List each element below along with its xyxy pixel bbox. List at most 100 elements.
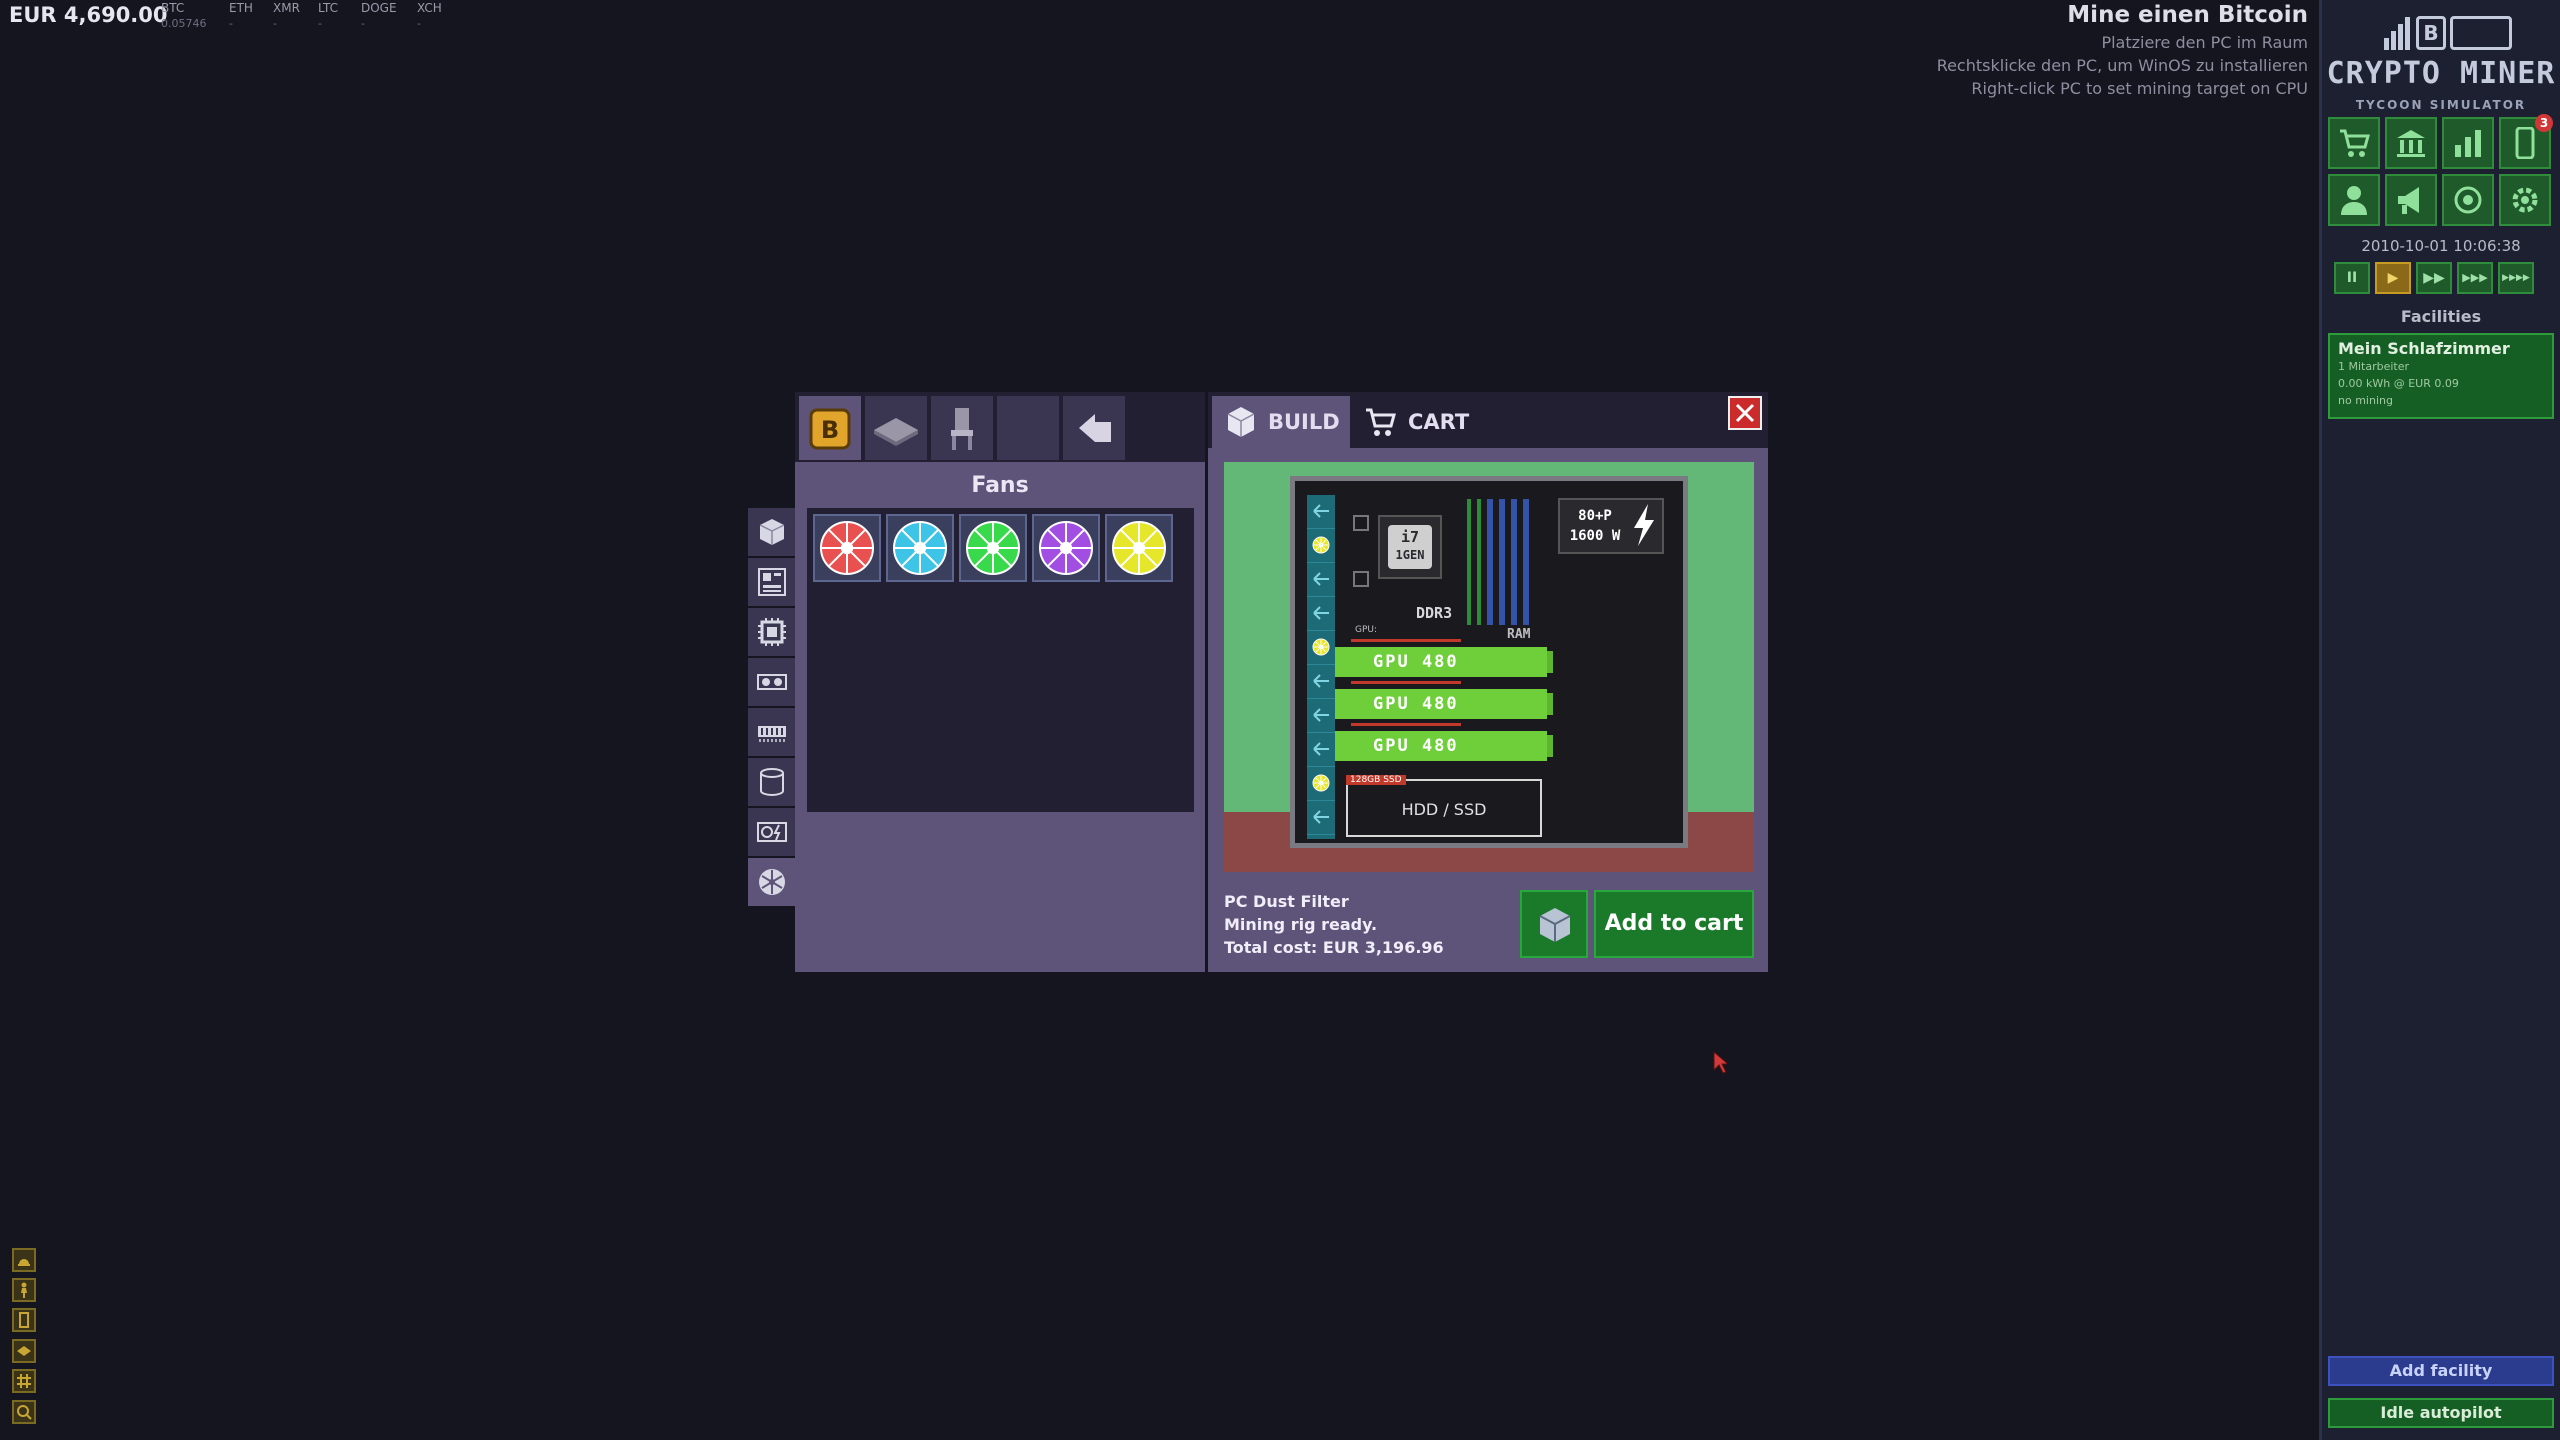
floor-toggle-button[interactable] <box>12 1339 36 1363</box>
logo-title: CRYPTO MINER <box>2326 56 2556 91</box>
worker-icon <box>19 1312 29 1328</box>
hud-toggle-button[interactable] <box>12 1248 36 1272</box>
staff-button[interactable] <box>2328 174 2380 226</box>
ram-slot-3 <box>1487 499 1493 625</box>
sidetab-ram[interactable] <box>748 708 795 756</box>
phone-icon <box>2515 127 2535 159</box>
cpu-icon <box>758 618 786 646</box>
sidebar-nav-row-2 <box>2328 174 2551 226</box>
gpu-icon <box>757 674 787 690</box>
change-case-button[interactable] <box>1520 890 1588 958</box>
facility-card[interactable]: Mein Schlafzimmer 1 Mitarbeiter 0.00 kWh… <box>2328 333 2554 419</box>
bank-button[interactable] <box>2385 117 2437 169</box>
add-facility-button[interactable]: Add facility <box>2328 1356 2554 1386</box>
psu-rating: 80+P 1600 W <box>1569 508 1621 544</box>
settings-button[interactable] <box>2499 174 2551 226</box>
gpu-card[interactable]: GPU 480 <box>1335 731 1553 761</box>
add-to-cart-button[interactable]: Add to cart <box>1594 890 1754 958</box>
fan-slot-filled[interactable] <box>1307 631 1335 665</box>
coin-xch: XCH - <box>417 1 442 30</box>
notification-badge: 3 <box>2535 114 2553 132</box>
fan-item-purple[interactable] <box>1032 514 1100 582</box>
fan-item-yellow[interactable] <box>1105 514 1173 582</box>
ram-slot-2 <box>1477 499 1481 625</box>
speed-controls: II ▶ ▶▶ ▶▶▶ ▶▶▶▶ <box>2334 262 2534 294</box>
fan-item-green[interactable] <box>959 514 1027 582</box>
fan-slot-empty[interactable] <box>1307 733 1335 767</box>
coin-ltc: LTC - <box>318 1 339 30</box>
tab-mining[interactable]: B <box>799 396 861 460</box>
grid-toggle-button[interactable] <box>12 1369 36 1393</box>
fan-slot-empty[interactable] <box>1307 495 1335 529</box>
fan-slot-empty[interactable] <box>1307 699 1335 733</box>
speed-3-button[interactable]: ▶▶▶ <box>2457 262 2493 294</box>
floor-icon <box>874 418 918 446</box>
arrow-left-icon <box>1313 674 1329 688</box>
facility-name: Mein Schlafzimmer <box>2338 339 2510 358</box>
fan-slot-filled[interactable] <box>1307 767 1335 801</box>
tab-floors[interactable] <box>865 396 927 460</box>
target-button[interactable] <box>2442 174 2494 226</box>
storage-slot[interactable]: HDD / SSD <box>1346 779 1542 837</box>
bank-icon <box>2397 130 2425 157</box>
green-fan-icon <box>966 521 1020 575</box>
fan-slot-empty[interactable] <box>1307 563 1335 597</box>
gpu-card[interactable]: GPU 480 <box>1335 689 1553 719</box>
game-clock: 2010-10-01 10:06:38 <box>2361 237 2521 255</box>
yellow-fan-icon <box>1312 536 1330 554</box>
close-button[interactable] <box>1728 396 1762 430</box>
sidetab-motherboard[interactable] <box>748 558 795 606</box>
sidetab-storage[interactable] <box>748 758 795 806</box>
arrow-left-icon <box>1313 606 1329 620</box>
pause-button[interactable]: II <box>2334 262 2370 294</box>
walk-toggle-button[interactable] <box>12 1278 36 1302</box>
shop-button[interactable] <box>2328 117 2380 169</box>
psu-slot[interactable]: 80+P 1600 W <box>1558 498 1664 554</box>
sidetab-psu[interactable] <box>748 808 795 856</box>
hardhat-icon <box>18 1259 30 1266</box>
bitcoin-logo-icon: B <box>2416 16 2446 50</box>
fan-slot-empty[interactable] <box>1307 665 1335 699</box>
shop-side-tabs <box>748 508 795 908</box>
worker-toggle-button[interactable] <box>12 1308 36 1332</box>
arrow-left-icon <box>1313 504 1329 518</box>
game-logo: B CRYPTO MINER TYCOON SIMULATOR <box>2322 12 2560 112</box>
stats-button[interactable] <box>2442 117 2494 169</box>
build-status: Mining rig ready. <box>1224 915 1378 934</box>
fan-slot-empty[interactable] <box>1307 597 1335 631</box>
tab-empty[interactable] <box>997 396 1059 460</box>
fan-item-red[interactable] <box>813 514 881 582</box>
fan-item-cyan[interactable] <box>886 514 954 582</box>
right-sidebar: B CRYPTO MINER TYCOON SIMULATOR 3 2010-1… <box>2319 0 2560 1440</box>
arrow-left-icon <box>1313 572 1329 586</box>
tab-back[interactable] <box>1063 396 1125 460</box>
floor-icon <box>17 1346 31 1356</box>
svg-text:B: B <box>821 416 839 444</box>
phone-button[interactable]: 3 <box>2499 114 2553 169</box>
tab-furniture[interactable] <box>931 396 993 460</box>
arrow-left-icon <box>1313 742 1329 756</box>
play-button[interactable]: ▶ <box>2375 262 2411 294</box>
motherboard-icon <box>758 568 786 596</box>
objective-title: Mine einen Bitcoin <box>2067 2 2308 28</box>
cart-icon <box>1366 408 1396 436</box>
fan-slot-filled[interactable] <box>1307 529 1335 563</box>
lightning-icon <box>1634 504 1654 546</box>
sidetab-case[interactable] <box>748 508 795 556</box>
coin-doge: DOGE - <box>361 1 397 30</box>
tab-cart[interactable]: CART <box>1354 396 1494 448</box>
speed-2-button[interactable]: ▶▶ <box>2416 262 2452 294</box>
close-icon <box>1735 403 1755 423</box>
sidetab-fans[interactable] <box>748 858 795 906</box>
zoom-toggle-button[interactable] <box>12 1400 36 1424</box>
marketing-button[interactable] <box>2385 174 2437 226</box>
sidetab-gpu[interactable] <box>748 658 795 706</box>
speed-4-button[interactable]: ▶▶▶▶ <box>2498 262 2534 294</box>
tab-build[interactable]: BUILD <box>1212 396 1350 448</box>
fan-slot-empty[interactable] <box>1307 801 1335 835</box>
cpu-slot[interactable]: i7 1GEN <box>1378 515 1442 579</box>
idle-autopilot-button[interactable]: Idle autopilot <box>2328 1398 2554 1428</box>
arrow-left-icon <box>1313 708 1329 722</box>
gpu-card[interactable]: GPU 480 <box>1335 647 1553 677</box>
sidetab-cpu[interactable] <box>748 608 795 656</box>
